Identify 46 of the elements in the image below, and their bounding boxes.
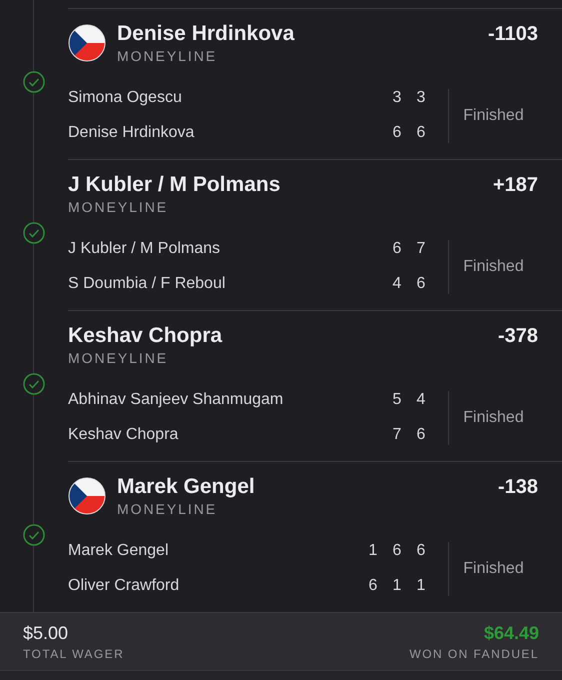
set-score: 6	[368, 576, 378, 596]
match-status: Finished	[462, 558, 525, 578]
odds: -138	[498, 475, 538, 500]
player-name: S Doumbia / F Reboul	[68, 274, 226, 294]
set-score: 4	[416, 390, 426, 410]
set-score: 6	[416, 274, 426, 294]
match-status: Finished	[462, 408, 525, 428]
selection-name: Keshav Chopra	[68, 323, 222, 349]
set-score: 1	[368, 541, 378, 561]
set-score: 6	[392, 123, 402, 143]
set-score: 4	[392, 274, 402, 294]
selection-name: J Kubler / M Polmans	[68, 172, 280, 198]
player-name: Simona Ogescu	[68, 88, 182, 108]
market-label: MONEYLINE	[117, 500, 218, 518]
player-name: Keshav Chopra	[68, 425, 178, 445]
wager-amount: $5.00	[23, 622, 70, 644]
player-name: Abhinav Sanjeev Shanmugam	[68, 390, 284, 410]
market-label: MONEYLINE	[117, 47, 218, 65]
payout-amount: $64.49	[484, 622, 539, 644]
set-score: 6	[416, 541, 426, 561]
set-score: 7	[416, 239, 426, 259]
player-name: Denise Hrdinkova	[68, 123, 194, 143]
set-score: 6	[392, 541, 402, 561]
market-label: MONEYLINE	[68, 349, 170, 367]
player-name: Oliver Crawford	[68, 576, 180, 596]
set-score: 1	[416, 576, 426, 596]
player-name: J Kubler / M Polmans	[68, 239, 220, 259]
wager-label: TOTAL WAGER	[23, 646, 124, 662]
set-score: 5	[392, 390, 402, 410]
set-score: 6	[416, 425, 426, 445]
odds: -1103	[488, 22, 538, 47]
market-label: MONEYLINE	[68, 198, 170, 216]
match-status: Finished	[462, 256, 525, 276]
set-score: 3	[392, 88, 402, 108]
match-status: Finished	[462, 106, 525, 126]
player-name: Marek Gengel	[68, 541, 168, 561]
payout-label: WON ON FANDUEL	[409, 646, 539, 662]
set-score: 7	[392, 425, 402, 445]
set-score: 6	[416, 123, 426, 143]
selection-name: Marek Gengel	[117, 474, 255, 500]
set-score: 6	[392, 239, 402, 259]
odds: -378	[498, 324, 538, 349]
selection-name: Denise Hrdinkova	[117, 21, 294, 47]
set-score: 3	[416, 88, 426, 108]
odds: +187	[492, 173, 538, 198]
set-score: 1	[392, 576, 402, 596]
